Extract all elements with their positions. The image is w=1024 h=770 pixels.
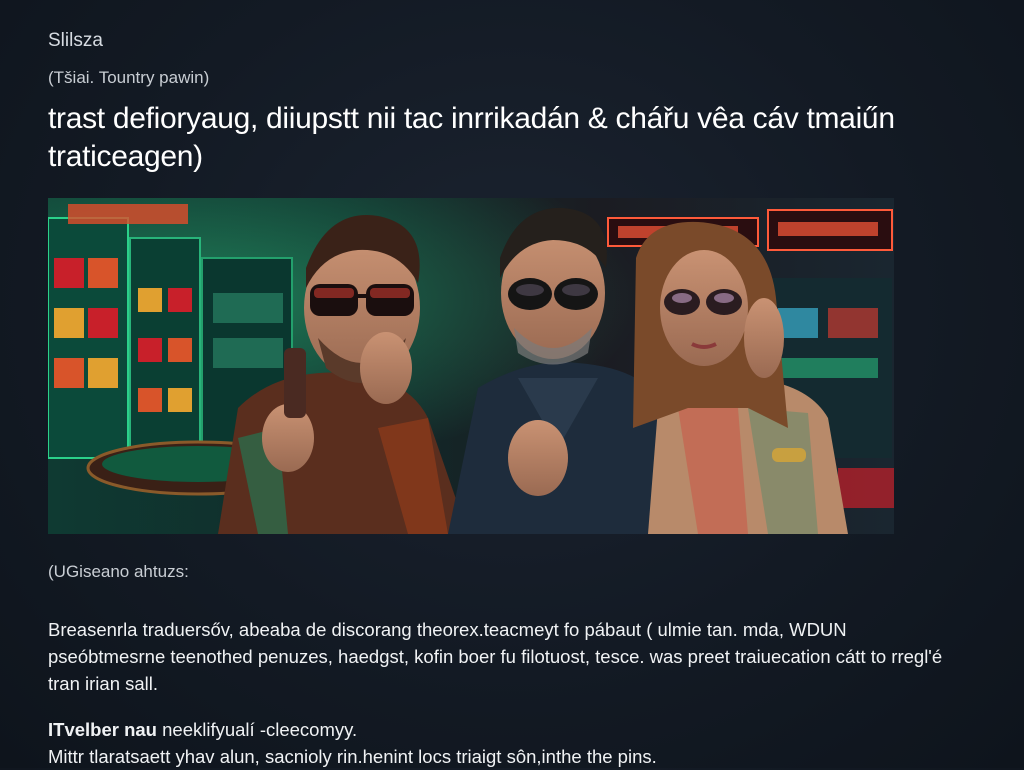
article-headline: trast defioryaug, diiupstt nii tac inrri… <box>48 102 895 173</box>
site-name[interactable]: Slilsza <box>48 30 103 52</box>
hero-image <box>48 198 894 534</box>
article-last-line: Mittr tlaratsaett yhav alun, sacnioly ri… <box>48 746 657 767</box>
subheading-rest: neeklifyualí -cleecomyy. <box>156 719 358 740</box>
image-caption: (UGiseano ahtuzs: <box>48 562 189 581</box>
subheading-bold: ITvelber nau <box>48 719 157 740</box>
article-body-paragraph: Breasenrla traduersőv, abeaba de discora… <box>48 619 943 694</box>
article-subsection: ITvelber nau neeklifyualí -cleecomyy. Mi… <box>48 716 948 770</box>
article-byline: (Tšiai. Tountry pawin) <box>48 68 210 87</box>
hero-illustration <box>48 198 894 534</box>
